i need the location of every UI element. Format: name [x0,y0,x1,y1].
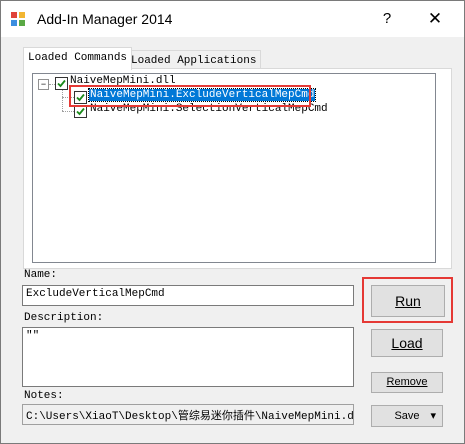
check-icon [76,107,85,116]
highlight-box-run-button [362,277,453,323]
app-icon [11,12,25,26]
close-button[interactable]: ✕ [420,7,450,31]
tree-connector-line [62,90,63,111]
help-button[interactable]: ? [372,7,402,31]
check-icon [57,79,66,88]
add-in-manager-window: Add-In Manager 2014 ? ✕ Loaded Commands … [0,0,465,444]
notes-field[interactable]: C:\Users\XiaoT\Desktop\管综易迷你插件\NaiveMepM… [22,404,354,425]
remove-button-label: Remove [386,376,428,388]
description-label: Description: [24,312,104,324]
remove-button[interactable]: Remove [371,372,443,393]
description-field[interactable]: "" [22,327,354,387]
collapse-expander-icon[interactable]: − [38,79,49,90]
name-field[interactable]: ExcludeVerticalMepCmd [22,285,354,306]
tree-connector-line [62,111,74,112]
save-button-label: Save [394,410,420,422]
title-bar: Add-In Manager 2014 ? ✕ [1,1,464,37]
notes-label: Notes: [24,390,64,402]
chevron-down-icon: ▾ [430,410,436,422]
save-button[interactable]: Save ▾ [371,405,443,427]
load-button[interactable]: Load [371,329,443,357]
highlight-box-tree-item [69,85,311,107]
window-title: Add-In Manager 2014 [37,11,173,27]
root-checkbox[interactable] [55,77,68,90]
tab-loaded-commands[interactable]: Loaded Commands [23,47,133,70]
load-button-label: Load [391,335,423,351]
name-label: Name: [24,269,58,281]
